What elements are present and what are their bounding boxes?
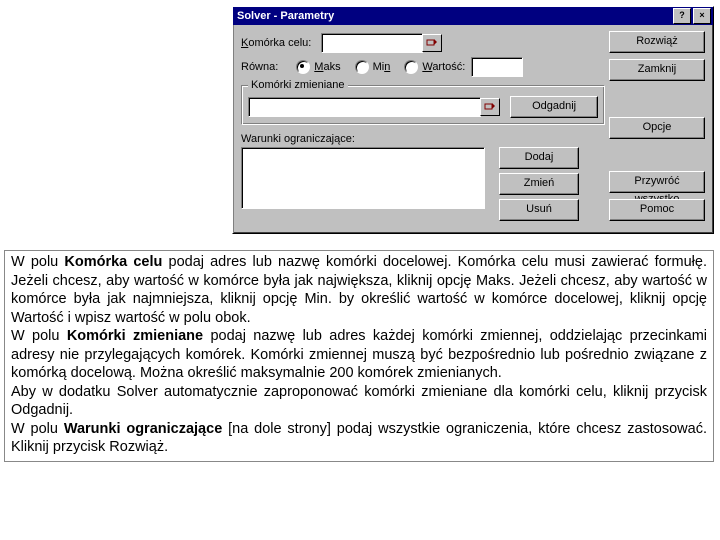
min-radio[interactable] [355,60,369,74]
delete-button[interactable]: Usuń [499,199,579,221]
text: Aby w dodatku Solver automatycznie zapro… [11,383,707,420]
reset-button[interactable]: Przywróć wszystko [609,171,705,193]
explanation-box: W polu Komórka celu podaj adres lub nazw… [4,250,714,462]
constraints-button-column: Dodaj Zmień Usuń [499,147,579,221]
text-bold: Warunki ograniczające [64,421,222,437]
guess-button[interactable]: Odgadnij [510,96,598,118]
solve-button[interactable]: Rozwiąż [609,31,705,53]
solver-dialog: Solver - Parametry ? × Rozwiąż Zamknij O… [232,6,714,234]
changing-cells-label: Komórki zmieniane [248,79,348,91]
text: W polu [11,421,64,437]
equals-label: Równa: [241,61,278,73]
close-titlebar-button[interactable]: × [693,8,711,24]
max-label: Maks [314,61,340,73]
value-radio[interactable] [404,60,418,74]
max-radio[interactable] [296,60,310,74]
add-button[interactable]: Dodaj [499,147,579,169]
value-input[interactable] [471,57,523,77]
changing-cells-input[interactable] [248,97,481,117]
titlebar[interactable]: Solver - Parametry ? × [233,7,713,25]
change-button[interactable]: Zmień [499,173,579,195]
target-cell-label: Komórka celu: [241,37,311,49]
constraints-listbox[interactable] [241,147,485,209]
changing-cells-ref-icon[interactable] [480,98,500,116]
text: W polu [11,328,67,344]
close-button[interactable]: Zamknij [609,59,705,81]
target-cell-ref-icon[interactable] [422,34,442,52]
help-titlebar-button[interactable]: ? [673,8,691,24]
min-label: Min [373,61,391,73]
text: W polu [11,254,64,270]
options-button[interactable]: Opcje [609,117,705,139]
help-button[interactable]: Pomoc [609,199,705,221]
right-button-column: Rozwiąż Zamknij Opcje Przywróć wszystko … [609,31,705,221]
value-label: Wartość: [422,61,465,73]
constraints-label: Warunki ograniczające: [241,133,355,145]
target-cell-input[interactable] [321,33,423,53]
text-bold: Komórki zmieniane [67,328,203,344]
window-title: Solver - Parametry [237,7,671,25]
text-bold: Komórka celu [64,254,162,270]
changing-cells-group: Komórki zmieniane Odgadnij [241,85,605,125]
